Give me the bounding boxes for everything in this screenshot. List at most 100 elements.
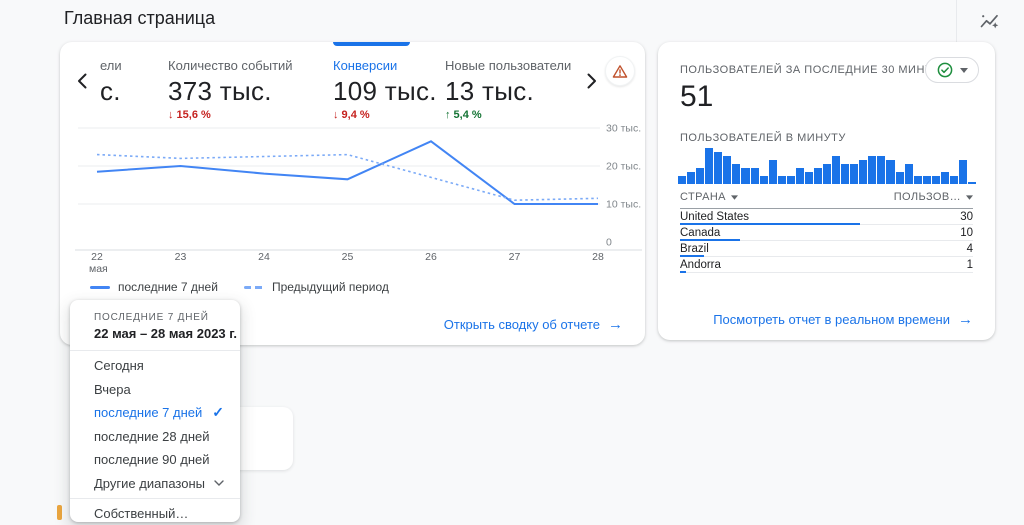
legend-label: последние 7 дней [118,280,218,294]
open-report-summary-link[interactable]: Открыть сводку об отчете → [444,316,623,333]
svg-text:26: 26 [425,251,437,263]
country-name: Canada [680,226,721,239]
metric-value: с. [100,76,121,106]
minute-bar [895,172,904,184]
minute-bar [723,156,732,184]
menu-item-последние-90-дней[interactable]: последние 90 дней [70,448,240,472]
svg-text:мая: мая [89,263,108,275]
legend-item: Предыдущий период [243,280,389,294]
minute-bar [678,176,687,184]
svg-text:24: 24 [258,251,270,263]
minute-bar [832,156,841,184]
metric-label: ели [100,58,122,73]
svg-text:25: 25 [342,251,354,263]
conversions-line-chart: 30 тыс. 20 тыс. 10 тыс. 0 22 23 24 25 26 27 28 мая [75,123,642,275]
minute-bar [732,164,741,184]
minute-bar [940,172,949,184]
minute-bar [768,160,777,184]
svg-text:30 тыс.: 30 тыс. [606,123,641,135]
page-title: Главная страница [64,8,216,28]
minute-bar [904,164,913,184]
country-users: 4 [966,242,973,255]
svg-text:23: 23 [175,251,187,263]
arrow-right-icon: → [608,316,623,333]
svg-text:0: 0 [606,237,612,249]
chevron-right-icon [587,73,596,89]
menu-divider [70,498,240,499]
country-row: United States 30 [680,209,973,225]
menu-divider [70,350,240,351]
minute-bar [931,176,940,184]
insights-button[interactable] [974,6,1006,36]
svg-text:10 тыс.: 10 тыс. [606,199,641,211]
realtime-report-link[interactable]: Посмотреть отчет в реальном времени → [713,311,973,328]
menu-item-последние-7-дней[interactable]: последние 7 дней ✓ [70,401,240,425]
country-row: Andorra 1 [680,257,973,273]
realtime-title: ПОЛЬЗОВАТЕЛЕЙ ЗА ПОСЛЕДНИЕ 30 МИНУТ [680,64,940,76]
open-report-summary-label: Открыть сводку об отчете [443,317,600,332]
country-name: Andorra [680,258,721,271]
metrics-next-button[interactable] [580,69,604,93]
metrics-prev-button[interactable] [70,69,94,93]
metric-value: 109 тыс. [333,76,437,106]
caret-down-icon [959,67,968,73]
insights-icon [980,14,999,29]
minute-bar [687,172,696,184]
date-range-eyebrow: ПОСЛЕДНИЕ 7 ДНЕЙ [94,312,209,323]
metric-event-count[interactable]: Количество событий 373 тыс. ↓ 15,6 % [168,58,293,121]
dashed-line-swatch [243,285,264,289]
country-name: Brazil [680,242,709,255]
country-row: Canada 10 [680,225,973,241]
metric-new-users[interactable]: Новые пользователи 13 тыс. ↑ 5,4 % [445,58,571,121]
data-warning-badge[interactable] [605,56,635,86]
header-divider [956,0,957,42]
date-range-menu: ПОСЛЕДНИЕ 7 ДНЕЙ 22 мая – 28 мая 2023 г.… [70,300,240,522]
minute-bar [877,156,886,184]
solid-line-swatch [90,285,110,289]
legend-item: последние 7 дней [90,280,218,294]
active-metric-indicator [333,42,410,46]
minute-bar [759,176,768,184]
chevron-down-icon [214,480,224,487]
menu-item-последние-28-дней[interactable]: последние 28 дней [70,425,240,449]
svg-text:20 тыс.: 20 тыс. [606,161,641,173]
minute-bar [786,176,795,184]
metric-conversions[interactable]: Конверсии 109 тыс. ↓ 9,4 % [333,58,437,121]
country-bar [680,271,686,273]
menu-item-другие-диапазоны[interactable]: Другие диапазоны [70,472,240,496]
arrow-right-icon: → [958,311,973,328]
realtime-status-pill[interactable] [925,57,979,83]
menu-item-собственный-[interactable]: Собственный… [70,502,240,525]
menu-item-label: Вчера [94,381,131,397]
minute-bar [804,172,813,184]
users-column-header[interactable]: ПОЛЬЗОВ… [894,191,973,203]
metric-label: Количество событий [168,58,293,73]
metric-delta: ↑ 5,4 % [445,109,482,121]
chart-legend: последние 7 дней Предыдущий период [90,280,389,294]
metric-value: 373 тыс. [168,76,272,106]
minute-bar [968,182,977,184]
metric-label: Конверсии [333,58,398,73]
minute-bar [922,176,931,184]
menu-item-вчера[interactable]: Вчера [70,378,240,402]
svg-text:27: 27 [509,251,521,263]
menu-item-label: последние 90 дней [94,452,210,468]
warning-triangle-icon [612,64,628,78]
svg-text:28: 28 [592,251,604,263]
metric-delta: ↓ 15,6 % [168,109,211,121]
minute-bar [949,176,958,184]
country-column-header[interactable]: СТРАНА [680,191,738,203]
menu-item-label: Собственный… [94,506,189,522]
legend-label: Предыдущий период [271,280,389,294]
country-name: United States [680,210,750,223]
minute-bar [705,148,714,184]
menu-item-label: Другие диапазоны [94,475,206,491]
metric-users-clipped[interactable]: ели с. [100,58,122,105]
menu-item-label: последние 28 дней [94,428,210,444]
menu-item-label: последние 7 дней [94,405,203,421]
chevron-left-icon [78,73,87,89]
minute-bar [795,168,804,184]
menu-item-сегодня[interactable]: Сегодня [70,354,240,378]
minute-bar [913,176,922,184]
users-per-minute-chart [678,146,977,184]
